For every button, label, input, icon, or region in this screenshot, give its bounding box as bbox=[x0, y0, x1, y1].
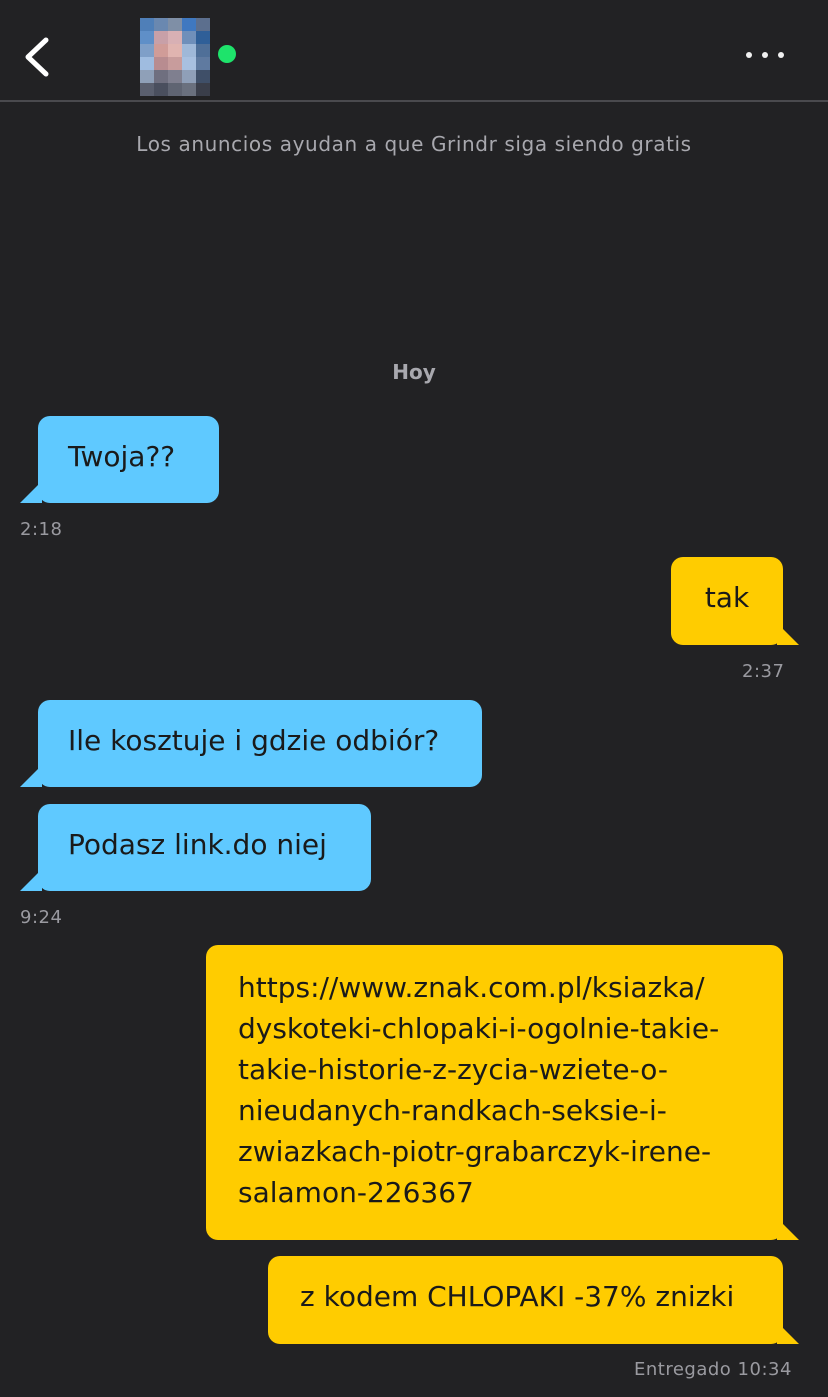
message-bubble-incoming[interactable]: Twoja?? bbox=[38, 416, 219, 503]
bubble-tail bbox=[20, 765, 42, 787]
message-text: Twoja?? bbox=[68, 440, 176, 473]
day-separator: Hoy bbox=[392, 360, 436, 384]
message-timestamp: 2:37 bbox=[742, 661, 785, 682]
back-button[interactable] bbox=[14, 30, 62, 82]
message-bubble-outgoing[interactable]: z kodem CHLOPAKI -37% znizki bbox=[268, 1256, 783, 1344]
message-bubble-outgoing[interactable]: https://www.znak.com.pl/ksiazka/ dyskote… bbox=[206, 945, 783, 1240]
chat-screen: Los anuncios ayudan a que Grindr siga si… bbox=[0, 0, 828, 1397]
message-timestamp: 9:24 bbox=[20, 907, 63, 928]
message-text: z kodem CHLOPAKI -37% znizki bbox=[300, 1280, 735, 1313]
link-text[interactable]: https://www.znak.com.pl/ksiazka/ dyskote… bbox=[238, 967, 751, 1213]
online-status-icon bbox=[218, 45, 236, 63]
message-timestamp: 2:18 bbox=[20, 519, 63, 540]
chevron-left-icon bbox=[25, 37, 49, 77]
message-text: tak bbox=[704, 581, 750, 614]
bubble-tail bbox=[20, 481, 42, 503]
message-bubble-outgoing[interactable]: tak bbox=[671, 557, 783, 645]
bubble-tail bbox=[20, 869, 42, 891]
bubble-tail bbox=[777, 623, 799, 645]
ads-notice: Los anuncios ayudan a que Grindr siga si… bbox=[136, 132, 692, 156]
more-options-button[interactable] bbox=[740, 40, 790, 70]
message-text: Ile kosztuje i gdzie odbiór? bbox=[68, 724, 440, 757]
delivery-status: Entregado 10:34 bbox=[634, 1359, 792, 1380]
bubble-tail bbox=[777, 1218, 799, 1240]
avatar[interactable] bbox=[140, 18, 210, 96]
bubble-tail bbox=[777, 1322, 799, 1344]
message-text: Podasz link.do niej bbox=[68, 828, 327, 861]
chat-header bbox=[0, 0, 828, 102]
message-bubble-incoming[interactable]: Podasz link.do niej bbox=[38, 804, 371, 891]
message-bubble-incoming[interactable]: Ile kosztuje i gdzie odbiór? bbox=[38, 700, 482, 787]
